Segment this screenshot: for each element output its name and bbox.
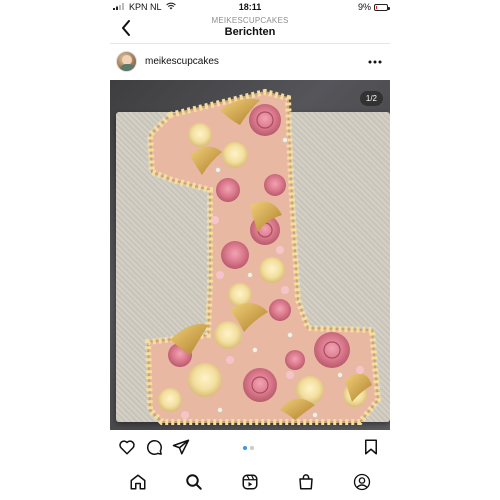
profile-icon xyxy=(353,473,371,491)
nav-home[interactable] xyxy=(128,472,148,492)
more-horizontal-icon xyxy=(368,60,382,64)
bottom-nav xyxy=(0,470,500,496)
nav-shop[interactable] xyxy=(296,472,316,492)
more-options-button[interactable] xyxy=(368,56,382,64)
home-icon xyxy=(130,474,146,490)
image-counter: 1/2 xyxy=(359,91,383,106)
nav-profile[interactable] xyxy=(352,472,372,492)
search-icon xyxy=(186,474,202,490)
share-button[interactable] xyxy=(172,438,190,456)
battery-label: 9% xyxy=(358,2,372,12)
status-bar: KPN NL 18:11 9% xyxy=(0,0,500,14)
page-title: Berichten xyxy=(224,26,276,38)
status-time: 18:11 xyxy=(238,2,262,12)
bookmark-icon xyxy=(365,439,377,455)
nav-reels[interactable] xyxy=(240,472,260,492)
like-button[interactable] xyxy=(118,438,136,456)
post-image[interactable]: 1/2 xyxy=(110,80,390,430)
comment-button[interactable] xyxy=(145,438,163,456)
post-username[interactable]: meikescupcakes xyxy=(145,56,219,67)
battery-icon xyxy=(374,3,391,11)
header-subtitle: MEIKESCUPCAKES xyxy=(211,16,289,25)
number-one-cake xyxy=(144,88,382,425)
heart-icon xyxy=(119,440,135,455)
carousel-dot-active xyxy=(243,446,247,450)
header-divider xyxy=(110,43,390,44)
status-right: 9% xyxy=(358,2,391,12)
save-button[interactable] xyxy=(362,438,380,456)
send-icon xyxy=(172,439,190,455)
shop-icon xyxy=(299,474,313,490)
carousel-indicator xyxy=(243,446,254,450)
reels-icon xyxy=(242,474,258,490)
avatar[interactable] xyxy=(116,51,137,72)
carousel-dot xyxy=(250,446,254,450)
nav-search[interactable] xyxy=(184,472,204,492)
comment-icon xyxy=(147,440,162,455)
